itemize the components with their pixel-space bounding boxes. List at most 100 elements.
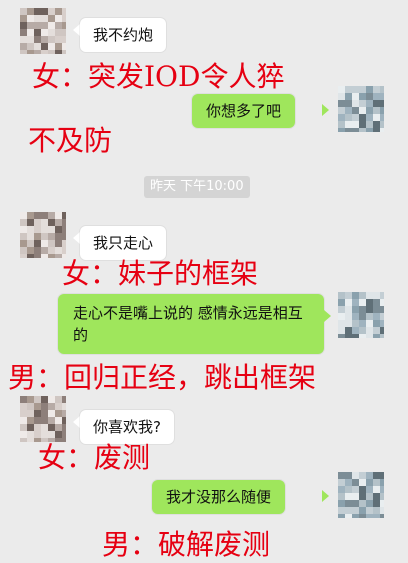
avatar-pixel: [27, 254, 34, 258]
avatar-pixel: [27, 424, 34, 431]
avatar-pixel: [48, 29, 55, 36]
avatar-pixel: [338, 299, 345, 306]
avatar-pixel: [373, 507, 380, 514]
avatar-pixel: [55, 8, 62, 15]
avatar-pixel: [359, 306, 366, 313]
avatar-pixel: [34, 417, 41, 424]
avatar-pixel: [352, 320, 359, 327]
bubble-tail: [322, 104, 329, 116]
avatar-pixel: [366, 292, 373, 299]
avatar-pixel: [373, 493, 380, 500]
avatar-pixel: [41, 417, 48, 424]
contact-avatar[interactable]: [20, 8, 66, 54]
bubble-tail: [73, 232, 80, 244]
avatar-pixel: [41, 403, 48, 410]
avatar-pixel: [373, 114, 380, 121]
avatar-pixel: [373, 472, 380, 479]
avatar-pixel: [20, 29, 27, 36]
avatar-pixel: [380, 472, 384, 479]
annotation-text: 女：废测: [38, 441, 151, 474]
self-avatar[interactable]: [338, 472, 384, 518]
avatar-pixel: [338, 320, 345, 327]
message-bubble[interactable]: 我只走心: [80, 226, 167, 260]
avatar-pixel: [41, 22, 48, 29]
avatar-pixel: [380, 514, 384, 518]
avatar-pixel: [34, 22, 41, 29]
avatar-pixel: [48, 410, 55, 417]
avatar-pixel: [62, 15, 66, 22]
avatar-pixel: [352, 500, 359, 507]
avatar-pixel: [34, 36, 41, 43]
avatar-pixel: [366, 493, 373, 500]
avatar-pixel: [62, 219, 66, 226]
avatar-pixel: [380, 299, 384, 306]
avatar-pixel: [34, 212, 41, 219]
avatar-pixel: [41, 247, 48, 254]
avatar-pixel: [338, 334, 345, 338]
avatar-pixel: [373, 306, 380, 313]
avatar-pixel: [55, 247, 62, 254]
avatar-pixel: [34, 396, 41, 403]
avatar-pixel: [55, 396, 62, 403]
avatar-pixel: [373, 479, 380, 486]
avatar-pixel: [338, 493, 345, 500]
avatar-pixel: [345, 93, 352, 100]
avatar-pixel: [380, 100, 384, 107]
avatar-pixel: [55, 233, 62, 240]
contact-avatar[interactable]: [20, 396, 66, 442]
self-avatar[interactable]: [338, 86, 384, 132]
avatar-pixel: [373, 500, 380, 507]
avatar-pixel: [34, 226, 41, 233]
message-bubble[interactable]: 我才没那么随便: [152, 480, 286, 514]
avatar-pixel: [34, 43, 41, 50]
message-bubble[interactable]: 走心不是嘴上说的 感情永远是相互的: [58, 294, 324, 354]
avatar-pixel: [345, 514, 352, 518]
avatar-pixel: [55, 36, 62, 43]
self-avatar[interactable]: [338, 292, 384, 338]
avatar-pixel: [27, 212, 34, 219]
avatar-pixel: [55, 50, 62, 54]
avatar-pixel: [359, 121, 366, 128]
avatar-pixel: [352, 472, 359, 479]
message-bubble[interactable]: 我不约炮: [80, 18, 167, 52]
avatar-pixel: [345, 334, 352, 338]
avatar-pixel: [359, 472, 366, 479]
message-bubble[interactable]: 你喜欢我?: [80, 410, 174, 444]
avatar-pixel: [380, 493, 384, 500]
avatar-pixel: [380, 327, 384, 334]
avatar-pixel: [366, 100, 373, 107]
avatar-pixel: [359, 107, 366, 114]
avatar-pixel: [55, 417, 62, 424]
avatar-pixel: [352, 121, 359, 128]
avatar-pixel: [359, 507, 366, 514]
avatar-pixel: [366, 93, 373, 100]
contact-avatar[interactable]: [20, 212, 66, 258]
avatar-pixel: [352, 100, 359, 107]
avatar-pixel: [27, 431, 34, 438]
avatar-pixel: [352, 479, 359, 486]
avatar-pixel: [380, 107, 384, 114]
avatar-pixel: [345, 493, 352, 500]
message-text: 我不约炮: [93, 26, 154, 44]
avatar-pixel: [62, 431, 66, 438]
avatar-pixel: [352, 514, 359, 518]
avatar-pixel: [352, 507, 359, 514]
avatar-pixel: [352, 299, 359, 306]
avatar-pixel: [373, 121, 380, 128]
avatar-pixel: [359, 486, 366, 493]
avatar-pixel: [27, 403, 34, 410]
message-bubble[interactable]: 你想多了吧: [192, 94, 296, 128]
avatar-pixel: [62, 29, 66, 36]
avatar-pixel: [55, 219, 62, 226]
avatar-pixel: [20, 403, 27, 410]
timestamp-label: 昨天 下午10:00: [144, 176, 250, 198]
avatar-pixel: [27, 36, 34, 43]
avatar-pixel: [338, 327, 345, 334]
avatar-pixel: [345, 306, 352, 313]
avatar-pixel: [34, 15, 41, 22]
avatar-pixel: [62, 43, 66, 50]
avatar-pixel: [345, 320, 352, 327]
avatar-pixel: [55, 431, 62, 438]
avatar-pixel: [366, 500, 373, 507]
avatar-pixel: [373, 292, 380, 299]
